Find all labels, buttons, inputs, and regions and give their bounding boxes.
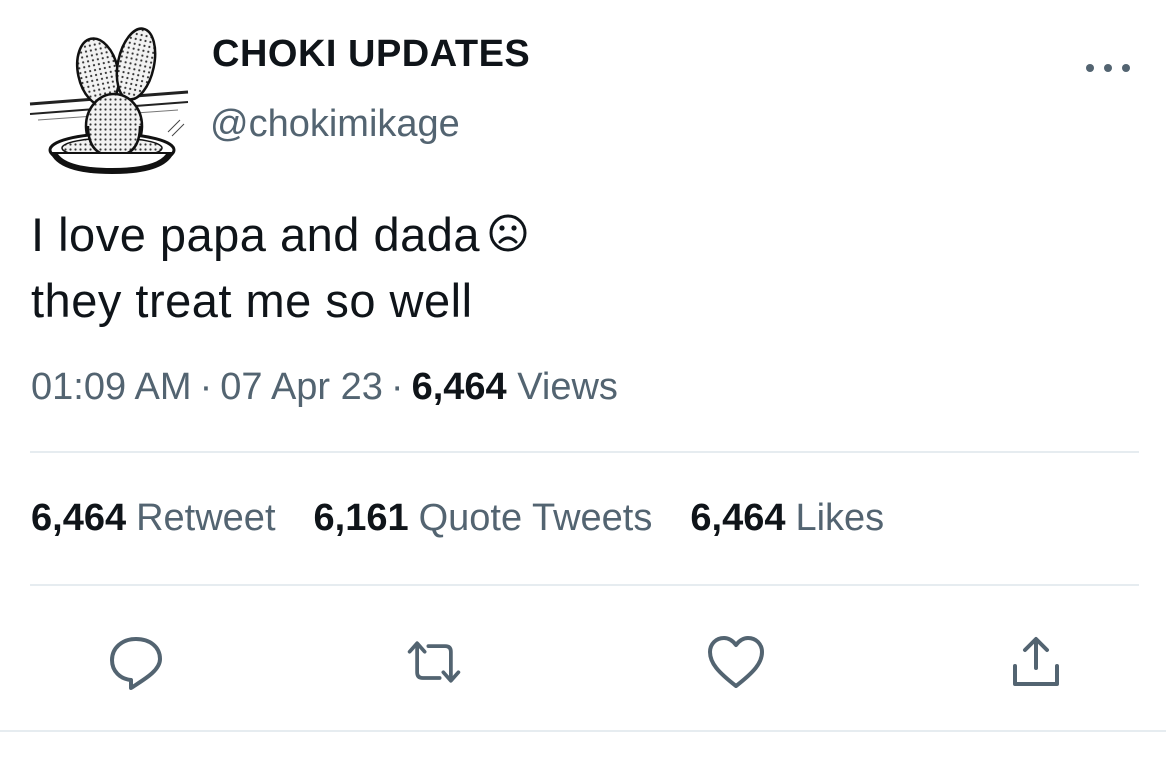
tweet-line: they treat me so well	[31, 274, 473, 327]
views-label: Views	[517, 366, 618, 408]
tweet-stats: 6,464 Retweet 6,161 Quote Tweets 6,464 Like…	[31, 497, 884, 540]
tweet-meta: 01:09 AM · 07 Apr 23 · 6,464 Views	[31, 366, 618, 409]
quotes-label: Quote Tweets	[418, 497, 653, 539]
likes-label: Likes	[795, 497, 885, 539]
divider	[30, 584, 1139, 586]
tweet-line-text: I love papa and dada	[31, 208, 481, 261]
divider	[0, 730, 1166, 732]
tweet-time[interactable]: 01:09 AM	[31, 366, 192, 408]
share-button[interactable]	[1006, 632, 1066, 692]
frowning-face-icon	[488, 205, 528, 269]
more-dot-icon	[1122, 64, 1130, 72]
reply-button[interactable]	[106, 632, 166, 692]
likes-stat[interactable]: 6,464 Likes	[690, 497, 884, 540]
meta-separator: ·	[390, 366, 404, 408]
reply-icon	[110, 637, 162, 690]
tweet-text: I love papa and dada they treat me so we…	[31, 203, 528, 333]
avatar[interactable]	[28, 22, 190, 178]
retweet-button[interactable]	[404, 632, 464, 692]
more-dot-icon	[1086, 64, 1094, 72]
like-icon	[708, 636, 764, 688]
more-dot-icon	[1104, 64, 1112, 72]
quotes-count: 6,161	[313, 497, 409, 539]
tweet-date[interactable]: 07 Apr 23	[220, 366, 383, 408]
views-count: 6,464	[411, 366, 507, 408]
meta-separator: ·	[199, 366, 213, 408]
likes-count: 6,464	[690, 497, 786, 539]
more-options-button[interactable]	[1086, 58, 1130, 78]
display-name[interactable]: CHOKI UPDATES	[212, 33, 530, 76]
user-handle[interactable]: @chokimikage	[210, 103, 460, 146]
divider	[30, 451, 1139, 453]
retweets-label: Retweet	[136, 497, 276, 539]
retweets-stat[interactable]: 6,464 Retweet	[31, 497, 276, 540]
like-button[interactable]	[706, 632, 766, 692]
retweets-count: 6,464	[31, 497, 127, 539]
quotes-stat[interactable]: 6,161 Quote Tweets	[314, 497, 653, 540]
retweet-icon	[407, 641, 461, 683]
tweet-line: I love papa and dada	[31, 203, 528, 269]
cactus-avatar-icon	[29, 27, 189, 174]
share-icon	[1013, 637, 1059, 686]
